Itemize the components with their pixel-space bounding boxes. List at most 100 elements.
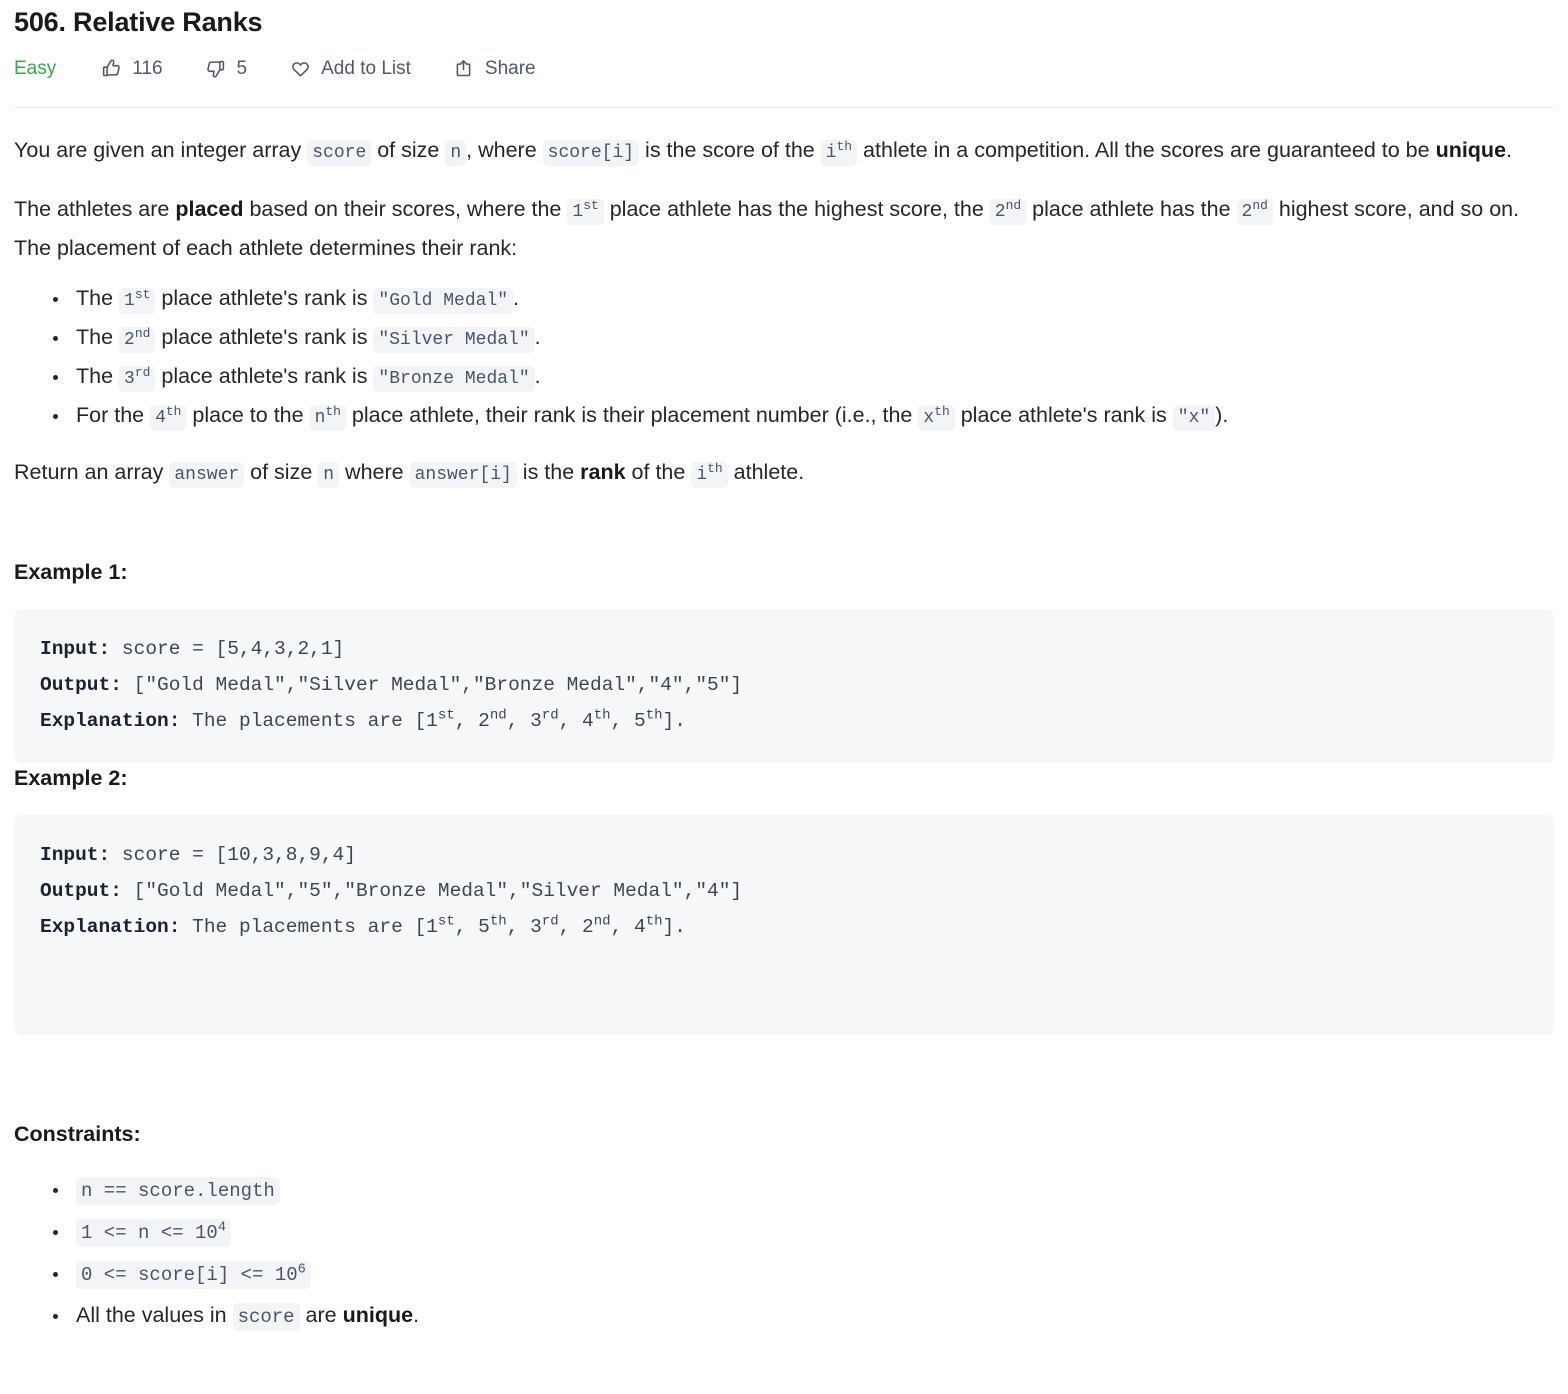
rank-rules-list: The 1st place athlete's rank is "Gold Me…: [14, 280, 1554, 436]
text: , 3: [506, 710, 542, 732]
superscript: nd: [1005, 198, 1022, 213]
superscript: 4: [217, 1220, 227, 1236]
description-paragraph-2: The athletes are placed based on their s…: [14, 191, 1554, 266]
like-button[interactable]: 116: [100, 57, 163, 79]
text: .: [534, 325, 541, 349]
text: , 5: [454, 916, 490, 938]
superscript: th: [934, 404, 950, 419]
text: where: [339, 460, 410, 484]
text: .: [1506, 138, 1513, 162]
output-label: Output:: [40, 674, 122, 696]
inline-code-ith: ith: [691, 461, 728, 488]
inline-code-gold-medal: "Gold Medal": [373, 288, 514, 314]
text: x: [923, 408, 935, 428]
superscript: th: [836, 139, 853, 154]
example-2-code-block: Input: score = [10,3,8,9,4] Output: ["Go…: [14, 815, 1554, 1035]
inline-code-nth: nth: [309, 404, 346, 431]
dislike-count: 5: [236, 57, 248, 79]
add-to-list-button[interactable]: Add to List: [289, 57, 411, 79]
superscript: th: [165, 404, 182, 419]
text: , 2: [558, 916, 594, 938]
text: 1: [124, 291, 135, 311]
constraint-code: n == score.length: [76, 1177, 280, 1205]
output-value: ["Gold Medal","5","Bronze Medal","Silver…: [121, 880, 743, 902]
inline-code-score: score: [307, 140, 372, 166]
heart-icon: [289, 57, 311, 79]
constraint-code: 0 <= score[i] <= 106: [76, 1261, 311, 1289]
text: .: [534, 364, 541, 388]
text: of size: [371, 138, 446, 162]
inline-code-x: "x": [1172, 405, 1216, 431]
text: All the values in: [76, 1303, 233, 1327]
text: 1 <= n <= 10: [81, 1222, 218, 1244]
text: place athlete's rank is: [954, 403, 1173, 427]
inline-code-ordinal: 1st: [119, 287, 156, 314]
text: is the: [516, 460, 581, 484]
text: .: [413, 1303, 420, 1327]
like-count: 116: [132, 57, 163, 79]
superscript: rd: [134, 365, 151, 380]
example-1-code-block: Input: score = [5,4,3,2,1] Output: ["Gol…: [14, 609, 1554, 763]
thumbs-up-icon: [100, 57, 122, 79]
inline-code-n: n: [318, 462, 340, 488]
text: place athlete's rank is: [155, 286, 374, 310]
superscript: th: [707, 461, 723, 476]
text: ).: [1215, 403, 1229, 427]
superscript: th: [489, 913, 507, 930]
text: , 4: [610, 916, 646, 938]
text: n: [314, 408, 326, 428]
description-paragraph-1: You are given an integer array score of …: [14, 132, 1554, 171]
inline-code-1st: 1st: [567, 199, 604, 225]
text: are: [299, 1303, 343, 1327]
explanation-text: The placements are [1: [180, 710, 438, 732]
page-title: 506. Relative Ranks: [14, 7, 263, 37]
share-button[interactable]: Share: [453, 57, 536, 79]
constraints-list: n == score.length 1 <= n <= 104 0 <= sco…: [14, 1171, 1554, 1336]
text: , 3: [506, 916, 542, 938]
problem-meta-row: Easy 116 5 Add to List Share: [14, 51, 1554, 85]
superscript: st: [134, 287, 151, 302]
text: is the score of the: [639, 138, 821, 162]
text: , 5: [610, 710, 646, 732]
text: i: [696, 465, 708, 485]
superscript: 6: [297, 1262, 306, 1278]
thumbs-down-icon: [205, 57, 227, 79]
text: of the: [625, 460, 692, 484]
text: , 4: [558, 710, 594, 732]
superscript: st: [437, 913, 455, 930]
constraint-code: 1 <= n <= 104: [76, 1219, 232, 1247]
emphasis-rank: rank: [580, 460, 626, 484]
inline-code-ordinal: 2nd: [119, 327, 156, 353]
text: place athlete has the highest score, the: [603, 197, 990, 221]
text: 4: [155, 408, 166, 428]
text: , 2: [454, 710, 490, 732]
text: of size: [244, 460, 319, 484]
output-value: ["Gold Medal","Silver Medal","Bronze Med…: [121, 674, 743, 696]
explanation-label: Explanation:: [40, 916, 181, 938]
inline-code-2nd: 2nd: [989, 198, 1027, 225]
superscript: th: [645, 913, 663, 930]
description-paragraph-3: Return an array answer of size n where a…: [14, 454, 1554, 493]
text: 1: [572, 202, 584, 222]
list-item: All the values in score are unique.: [70, 1297, 1554, 1336]
explanation-label: Explanation:: [40, 710, 181, 732]
text: 2: [124, 330, 135, 350]
list-item: 1 <= n <= 104: [70, 1213, 1554, 1252]
text: The athletes are: [14, 197, 176, 221]
constraints-heading: Constraints:: [14, 1122, 141, 1146]
superscript: rd: [541, 707, 559, 724]
text: 2: [994, 202, 1006, 222]
text: 3: [124, 369, 135, 389]
inline-code-2nd-b: 2nd: [1236, 198, 1273, 225]
problem-header: 506. Relative Ranks Easy 116 5 Add to Li…: [14, 0, 1554, 108]
emphasis-unique: unique: [1435, 138, 1507, 162]
superscript: nd: [1252, 198, 1268, 213]
dislike-button[interactable]: 5: [205, 57, 248, 79]
superscript: th: [325, 404, 341, 419]
inline-code-bronze-medal: "Bronze Medal": [373, 366, 535, 392]
text: The: [76, 286, 120, 310]
text: , where: [466, 138, 543, 162]
text: place athlete, their rank is their place…: [345, 403, 919, 427]
inline-code-ith: ith: [820, 139, 858, 166]
superscript: nd: [489, 707, 507, 724]
